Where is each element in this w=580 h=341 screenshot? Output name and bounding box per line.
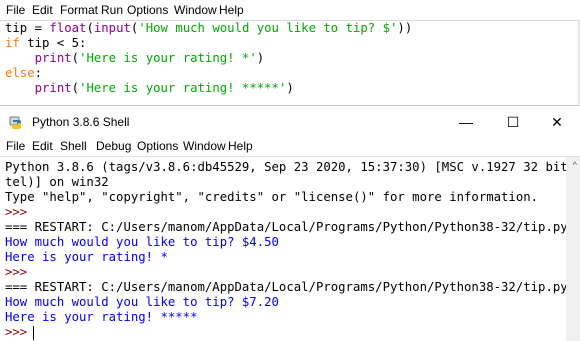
menu-window[interactable]: Window — [183, 139, 226, 153]
menu-edit[interactable]: Edit — [32, 139, 53, 153]
editor-window: File Edit Format Run Options Window Help… — [0, 0, 580, 105]
close-button[interactable]: ✕ — [534, 106, 580, 138]
shell-scrollbar[interactable]: ^ — [566, 157, 580, 341]
shell-output-area[interactable]: Python 3.8.6 (tags/v3.8.6:db45529, Sep 2… — [0, 156, 580, 341]
editor-menu-edit[interactable]: Edit — [32, 3, 53, 17]
output-line: tel)] on win32 — [5, 175, 109, 189]
maximize-button[interactable]: ☐ — [490, 106, 536, 138]
shell-titlebar[interactable]: Python 3.8.6 Shell — ☐ ✕ — [0, 106, 580, 138]
shell-prompt: >>> — [5, 325, 35, 339]
output-line: Type "help", "copyright", "credits" or "… — [5, 190, 539, 204]
editor-menu-window[interactable]: Window — [174, 3, 217, 17]
menu-shell[interactable]: Shell — [60, 139, 87, 153]
menu-options[interactable]: Options — [137, 139, 178, 153]
shell-prompt: >>> — [5, 205, 35, 219]
window-title: Python 3.8.6 Shell — [32, 115, 130, 129]
code-line-4: else: — [5, 66, 43, 80]
restart-line: === RESTART: C:/Users/manom/AppData/Loca… — [5, 220, 580, 234]
shell-prompt: >>> — [5, 265, 35, 279]
menu-help[interactable]: Help — [228, 139, 253, 153]
stdout-line: Here is your rating! * — [5, 250, 168, 264]
code-editor[interactable]: tip = float(input('How much would you li… — [0, 20, 578, 105]
editor-menu-run[interactable]: Run — [101, 3, 123, 17]
python-app-icon — [9, 116, 21, 129]
restart-line: === RESTART: C:/Users/manom/AppData/Loca… — [5, 280, 580, 294]
menu-debug[interactable]: Debug — [96, 139, 131, 153]
code-line-2: if tip < 5: — [5, 36, 87, 50]
text-cursor — [33, 326, 34, 340]
editor-menubar: File Edit Format Run Options Window Help — [0, 0, 580, 20]
editor-menu-help[interactable]: Help — [219, 3, 244, 17]
minimize-button[interactable]: — — [443, 106, 489, 138]
shell-window: Python 3.8.6 Shell — ☐ ✕ File Edit Shell… — [0, 106, 580, 341]
menu-file[interactable]: File — [6, 139, 25, 153]
code-line-3: print('Here is your rating! *') — [34, 51, 265, 65]
scroll-up-arrow-icon[interactable]: ^ — [573, 160, 577, 170]
shell-menubar: File Edit Shell Debug Options Window Hel… — [0, 138, 580, 156]
output-line: Python 3.8.6 (tags/v3.8.6:db45529, Sep 2… — [5, 160, 580, 174]
editor-menu-format[interactable]: Format — [60, 3, 98, 17]
stdout-line: How much would you like to tip? $7.20 — [5, 295, 279, 309]
stdout-line: Here is your rating! ***** — [5, 310, 198, 324]
stdout-line: How much would you like to tip? $4.50 — [5, 235, 279, 249]
code-line-1: tip = float(input('How much would you li… — [5, 21, 413, 35]
code-line-5: print('Here is your rating! *****') — [34, 81, 294, 95]
editor-menu-options[interactable]: Options — [127, 3, 168, 17]
editor-menu-file[interactable]: File — [6, 3, 25, 17]
